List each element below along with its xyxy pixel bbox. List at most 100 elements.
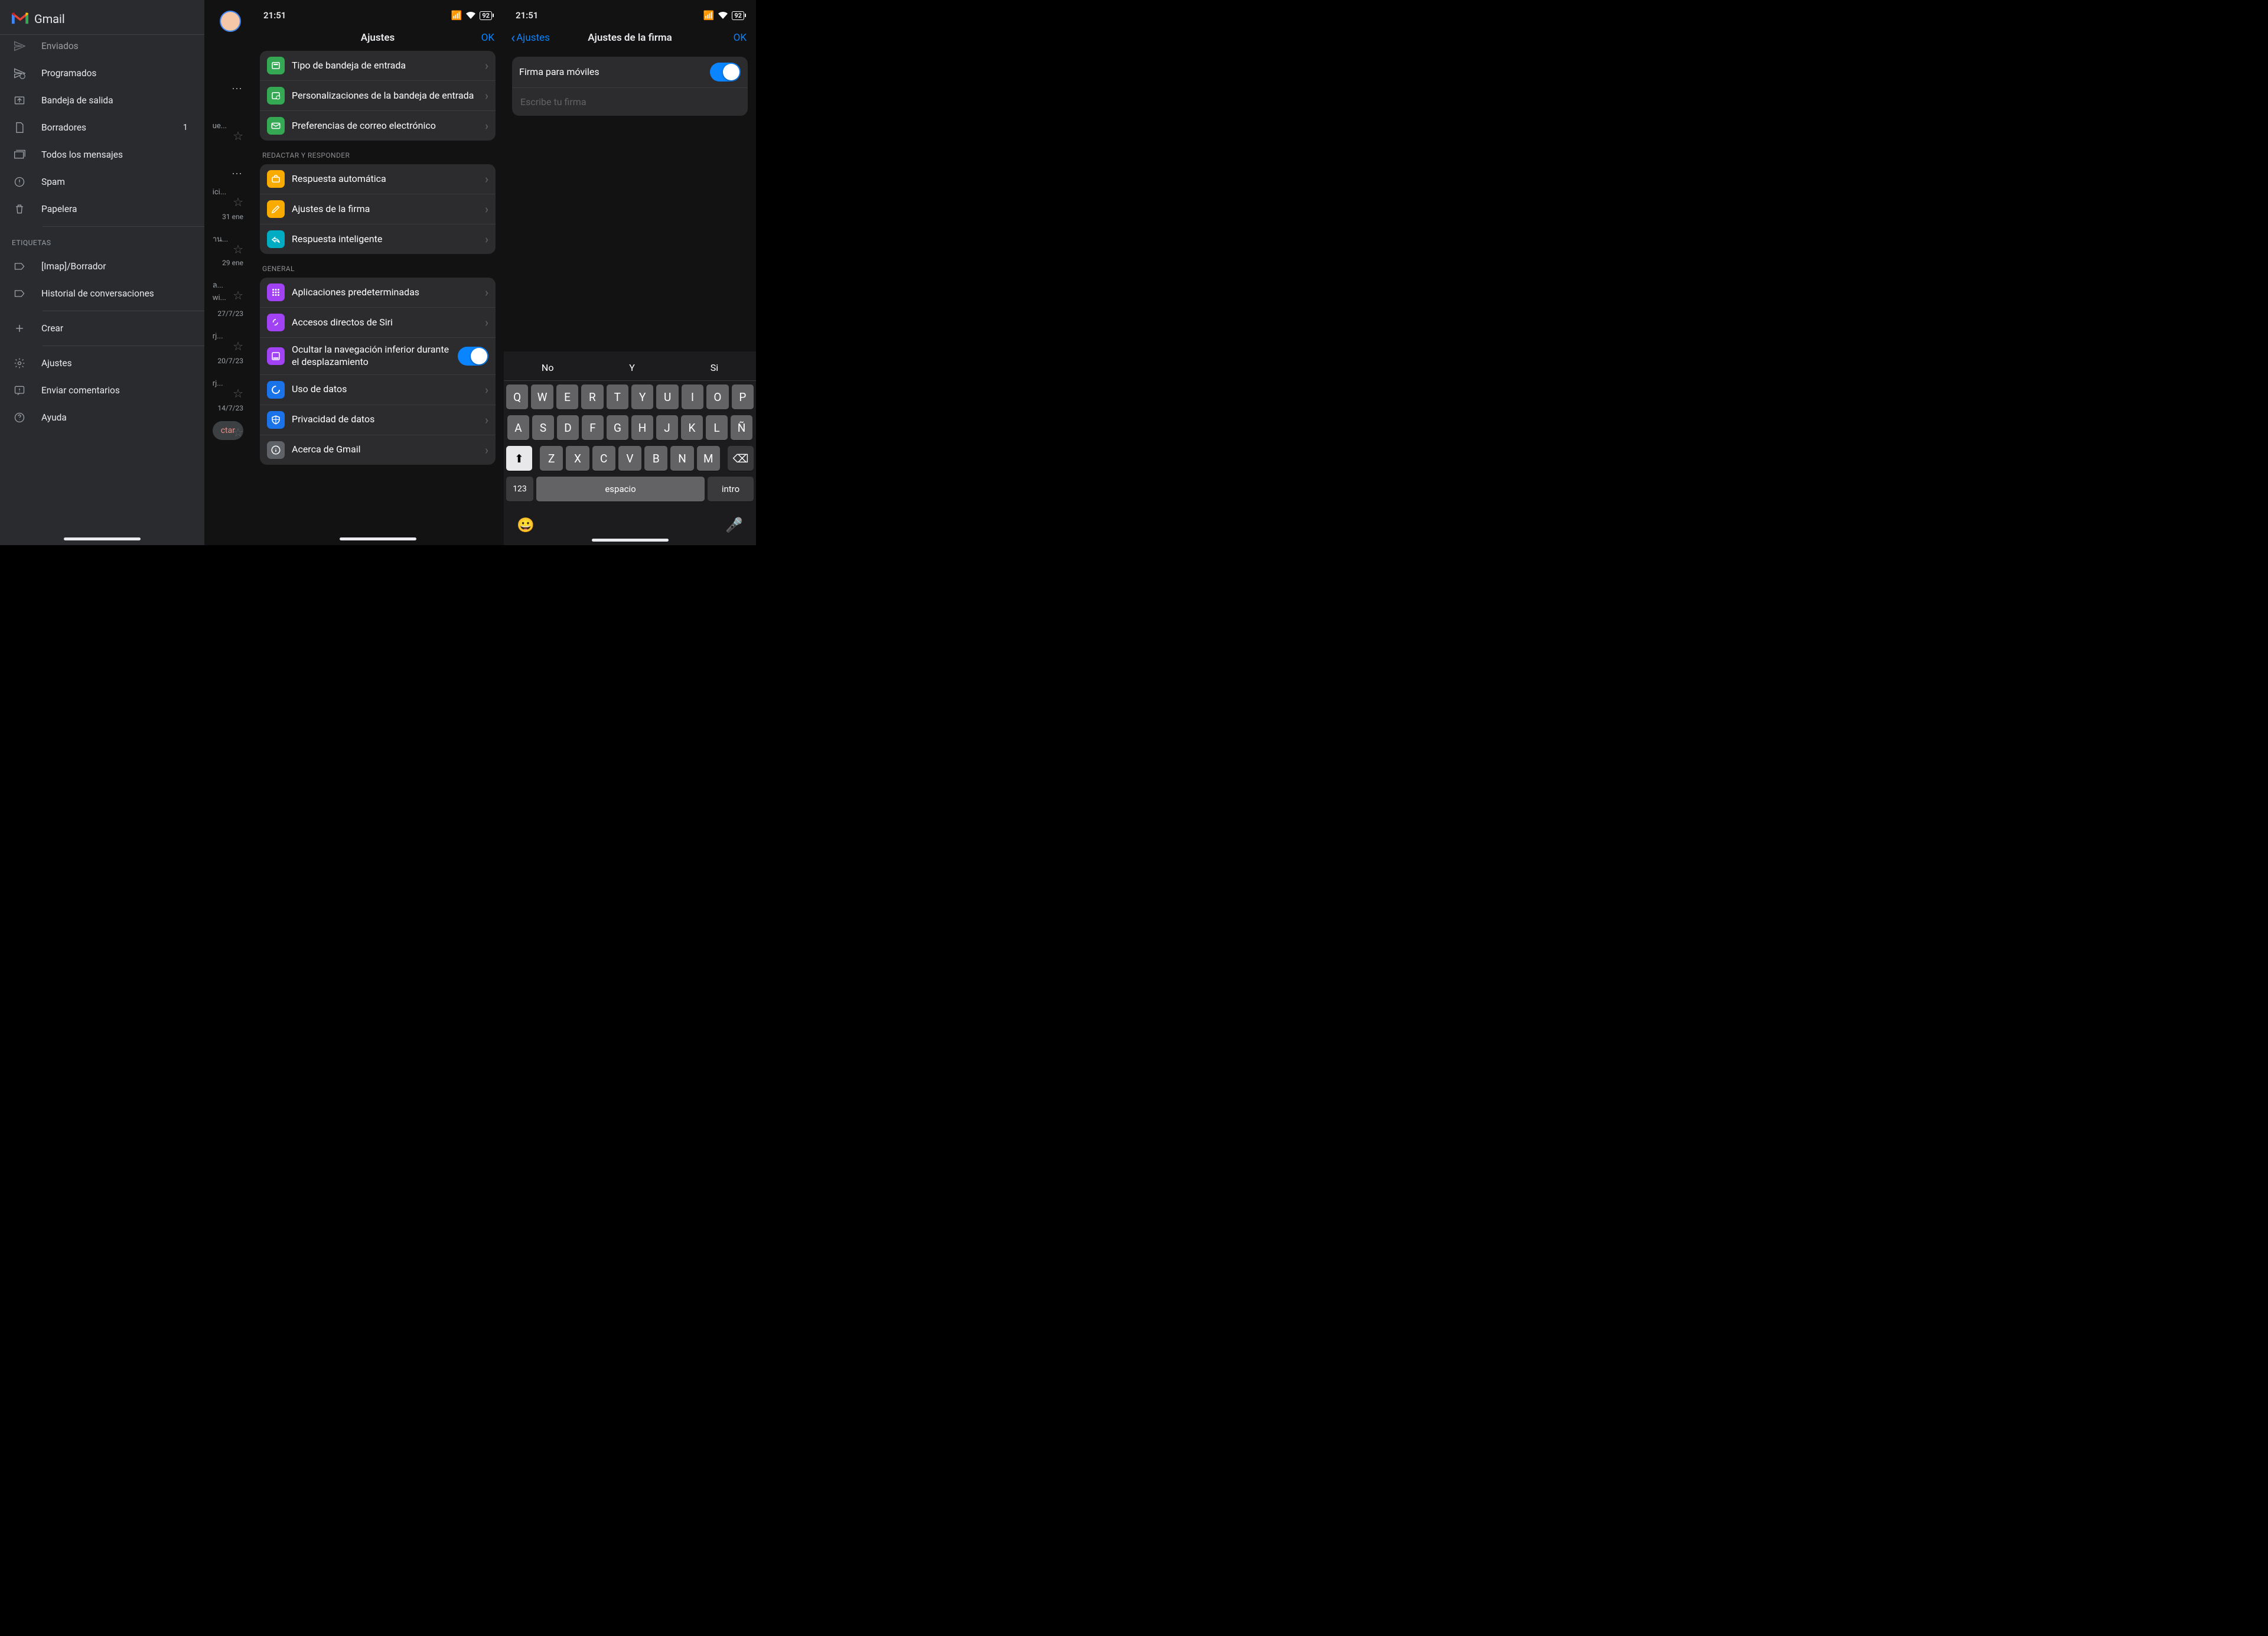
star-icon[interactable]: ☆ <box>233 129 243 143</box>
mail-row[interactable]: ue...☆ <box>204 113 252 156</box>
sidebar-item-outbox[interactable]: Bandeja de salida <box>0 87 204 114</box>
sidebar-item-all[interactable]: Todos los mensajes <box>0 141 204 168</box>
row-siri[interactable]: Accesos directos de Siri › <box>260 307 496 337</box>
row-default-apps[interactable]: Aplicaciones predeterminadas › <box>260 278 496 307</box>
chevron-right-icon: › <box>485 172 488 186</box>
label-historial[interactable]: Historial de conversaciones <box>0 280 204 307</box>
key-n[interactable]: N <box>670 446 693 471</box>
key-k[interactable]: K <box>681 415 703 440</box>
star-icon[interactable]: ☆ <box>233 386 243 400</box>
row-signature[interactable]: Ajustes de la firma › <box>260 194 496 224</box>
mail-row[interactable]: 20/7/23 <box>204 353 252 371</box>
mail-row[interactable]: าน...☆ <box>204 227 252 255</box>
star-icon[interactable]: ☆ <box>233 242 243 256</box>
compose-fab[interactable]: ctar☆ <box>204 418 252 445</box>
home-indicator[interactable] <box>340 537 416 540</box>
feedback-item[interactable]: Enviar comentarios <box>0 377 204 404</box>
mail-row[interactable]: 31 ene <box>204 209 252 227</box>
suggestion[interactable]: No <box>542 362 554 373</box>
key-d[interactable]: D <box>557 415 579 440</box>
signature-input[interactable] <box>520 96 739 107</box>
sidebar-label: Borradores <box>41 122 86 133</box>
row-inbox-customize[interactable]: Personalizaciones de la bandeja de entra… <box>260 80 496 110</box>
row-privacy[interactable]: Privacidad de datos › <box>260 405 496 435</box>
help-item[interactable]: Ayuda <box>0 404 204 431</box>
key-g[interactable]: G <box>607 415 628 440</box>
key-r[interactable]: R <box>581 384 603 409</box>
mail-row[interactable]: ล...wi...☆ <box>204 273 252 306</box>
toggle[interactable] <box>710 63 741 82</box>
row-inbox-type[interactable]: Tipo de bandeja de entrada › <box>260 51 496 80</box>
row-data-usage[interactable]: Uso de datos › <box>260 374 496 405</box>
ok-button[interactable]: OK <box>734 32 747 44</box>
ok-button[interactable]: OK <box>481 32 494 44</box>
mail-row[interactable]: 27/7/23 <box>204 306 252 324</box>
key-t[interactable]: T <box>607 384 628 409</box>
key-z[interactable]: Z <box>540 446 563 471</box>
row-hide-nav[interactable]: Ocultar la navegación inferior durante e… <box>260 337 496 374</box>
star-icon[interactable]: ☆ <box>233 339 243 353</box>
key-b[interactable]: B <box>644 446 667 471</box>
key-y[interactable]: Y <box>631 384 653 409</box>
key-v[interactable]: V <box>618 446 641 471</box>
mail-row[interactable]: 14/7/23 <box>204 400 252 418</box>
sidebar-item-scheduled[interactable]: Programados <box>0 60 204 87</box>
key-w[interactable]: W <box>531 384 553 409</box>
row-label: Ajustes de la firma <box>292 203 481 216</box>
key-a[interactable]: A <box>507 415 529 440</box>
key-ñ[interactable]: Ñ <box>731 415 752 440</box>
key-x[interactable]: X <box>566 446 589 471</box>
mail-row[interactable]: ici...☆ <box>204 180 252 209</box>
mail-row[interactable]: rj...☆ <box>204 324 252 353</box>
key-s[interactable]: S <box>532 415 554 440</box>
key-c[interactable]: C <box>592 446 615 471</box>
mail-row[interactable]: ⋯ <box>204 156 252 180</box>
mail-row[interactable]: ⋯ <box>204 71 252 113</box>
backspace-key[interactable]: ⌫ <box>728 446 754 471</box>
sidebar-item-spam[interactable]: Spam <box>0 168 204 195</box>
key-h[interactable]: H <box>631 415 653 440</box>
sidebar-item-drafts[interactable]: Borradores 1 <box>0 114 204 141</box>
key-p[interactable]: P <box>732 384 754 409</box>
key-i[interactable]: I <box>682 384 703 409</box>
more-icon[interactable]: ⋯ <box>232 168 243 180</box>
mail-row[interactable]: 29 ene <box>204 255 252 273</box>
shift-key[interactable]: ⬆ <box>506 446 532 471</box>
drawer-header: Gmail <box>0 0 204 35</box>
star-icon[interactable]: ☆ <box>233 425 243 439</box>
key-o[interactable]: O <box>706 384 728 409</box>
create-label[interactable]: Crear <box>0 315 204 342</box>
mail-row[interactable]: rj...☆ <box>204 371 252 400</box>
key-e[interactable]: E <box>556 384 578 409</box>
key-l[interactable]: L <box>706 415 728 440</box>
settings-item[interactable]: Ajustes <box>0 350 204 377</box>
row-email-prefs[interactable]: Preferencias de correo electrónico › <box>260 110 496 141</box>
key-q[interactable]: Q <box>506 384 528 409</box>
key-m[interactable]: M <box>697 446 720 471</box>
row-about[interactable]: Acerca de Gmail › <box>260 435 496 465</box>
enter-key[interactable]: intro <box>708 477 754 501</box>
key-j[interactable]: J <box>656 415 678 440</box>
star-icon[interactable]: ☆ <box>233 288 243 302</box>
suggestion[interactable]: Y <box>629 362 635 373</box>
chevron-right-icon: › <box>485 443 488 457</box>
mic-key[interactable]: 🎤 <box>725 517 743 533</box>
emoji-key[interactable]: 😀 <box>517 517 535 533</box>
avatar[interactable] <box>220 11 241 32</box>
key-u[interactable]: U <box>656 384 678 409</box>
home-indicator[interactable] <box>592 539 669 542</box>
toggle[interactable] <box>458 347 488 366</box>
row-auto-reply[interactable]: Respuesta automática › <box>260 164 496 194</box>
more-icon[interactable]: ⋯ <box>232 83 243 95</box>
numeric-key[interactable]: 123 <box>506 477 533 501</box>
suggestion[interactable]: Si <box>711 362 718 373</box>
space-key[interactable]: espacio <box>536 477 705 501</box>
label-imap-borrador[interactable]: [Imap]/Borrador <box>0 253 204 280</box>
back-button[interactable]: ‹Ajustes <box>511 30 550 46</box>
home-indicator[interactable] <box>64 537 141 540</box>
star-icon[interactable]: ☆ <box>233 195 243 209</box>
row-smart-reply[interactable]: Respuesta inteligente › <box>260 224 496 254</box>
sidebar-item-trash[interactable]: Papelera <box>0 195 204 223</box>
sidebar-item-sent[interactable]: Enviados <box>0 37 204 60</box>
key-f[interactable]: F <box>582 415 604 440</box>
